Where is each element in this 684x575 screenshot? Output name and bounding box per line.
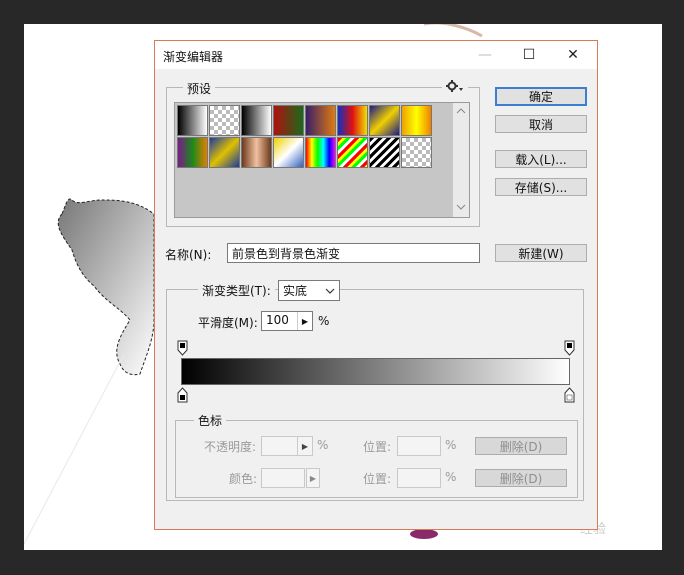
- name-label: 名称(N):: [165, 248, 212, 262]
- load-button[interactable]: 载入(L)...: [495, 150, 587, 168]
- opacity-location-field[interactable]: [397, 436, 441, 456]
- color-location-field[interactable]: [397, 468, 441, 488]
- smoothness-unit: %: [318, 314, 330, 328]
- gradient-type-label: 渐变类型(T):: [198, 282, 275, 299]
- preset-swatch[interactable]: [273, 137, 304, 168]
- save-button[interactable]: 存储(S)...: [495, 178, 587, 196]
- ok-button[interactable]: 确定: [495, 87, 587, 106]
- preset-swatch[interactable]: [337, 105, 368, 136]
- color-location-label: 位置:: [363, 472, 392, 486]
- gradient-preview-bar[interactable]: [181, 358, 570, 385]
- color-stop-right[interactable]: [564, 387, 575, 406]
- maximize-button[interactable]: ☐: [507, 41, 551, 69]
- color-location-unit: %: [445, 470, 457, 484]
- dialog-title: 渐变编辑器: [163, 50, 224, 64]
- name-field[interactable]: 前景色到背景色渐变: [227, 243, 480, 263]
- selection-shape: [57, 198, 155, 376]
- preset-list[interactable]: [174, 102, 470, 218]
- gear-icon[interactable]: [442, 80, 468, 95]
- opacity-unit: %: [317, 438, 329, 452]
- delete-opacity-stop-button[interactable]: 删除(D): [475, 437, 567, 455]
- title-bar: 渐变编辑器 — ☐ ✕: [155, 41, 597, 69]
- opacity-location-unit: %: [445, 438, 457, 452]
- dropdown-arrow-icon[interactable]: ▶: [297, 312, 312, 330]
- preset-swatch[interactable]: [305, 137, 336, 168]
- preset-swatch[interactable]: [273, 105, 304, 136]
- preset-swatch[interactable]: [401, 137, 432, 168]
- opacity-location-label: 位置:: [363, 440, 392, 454]
- preset-swatch[interactable]: [337, 137, 368, 168]
- presets-label: 预设: [183, 80, 216, 97]
- preset-swatch[interactable]: [401, 105, 432, 136]
- delete-color-stop-button[interactable]: 删除(D): [475, 469, 567, 487]
- new-button[interactable]: 新建(W): [495, 244, 587, 262]
- gradient-type-value: 实底: [283, 284, 308, 298]
- preset-swatch[interactable]: [369, 137, 400, 168]
- preset-scrollbar[interactable]: [452, 103, 469, 217]
- opacity-stop-right[interactable]: [564, 340, 575, 359]
- minimize-button[interactable]: —: [463, 41, 507, 69]
- preset-swatch[interactable]: [177, 105, 208, 136]
- opacity-label: 不透明度:: [204, 440, 257, 454]
- preset-swatch[interactable]: [209, 137, 240, 168]
- color-swatch-field[interactable]: [261, 468, 305, 488]
- color-stops-label: 色标: [194, 412, 227, 429]
- smoothness-field[interactable]: 100 ▶: [261, 311, 313, 331]
- close-button[interactable]: ✕: [551, 41, 595, 69]
- preset-swatch[interactable]: [209, 105, 240, 136]
- color-label: 颜色:: [229, 472, 258, 486]
- preset-swatch[interactable]: [241, 105, 272, 136]
- smoothness-value: 100: [266, 313, 289, 327]
- dropdown-arrow-icon[interactable]: ▶: [297, 437, 312, 455]
- smoothness-label: 平滑度(M):: [198, 316, 258, 330]
- chevron-down-icon: [325, 284, 335, 298]
- color-picker-arrow-icon[interactable]: ▶: [306, 468, 320, 488]
- preset-swatch[interactable]: [305, 105, 336, 136]
- opacity-stop-left[interactable]: [177, 340, 188, 359]
- preset-swatch[interactable]: [369, 105, 400, 136]
- gradient-type-select[interactable]: 实底: [278, 280, 340, 301]
- preset-swatch[interactable]: [177, 137, 208, 168]
- color-stop-left[interactable]: [177, 387, 188, 406]
- preset-swatch[interactable]: [241, 137, 272, 168]
- cancel-button[interactable]: 取消: [495, 115, 587, 133]
- opacity-field[interactable]: ▶: [261, 436, 313, 456]
